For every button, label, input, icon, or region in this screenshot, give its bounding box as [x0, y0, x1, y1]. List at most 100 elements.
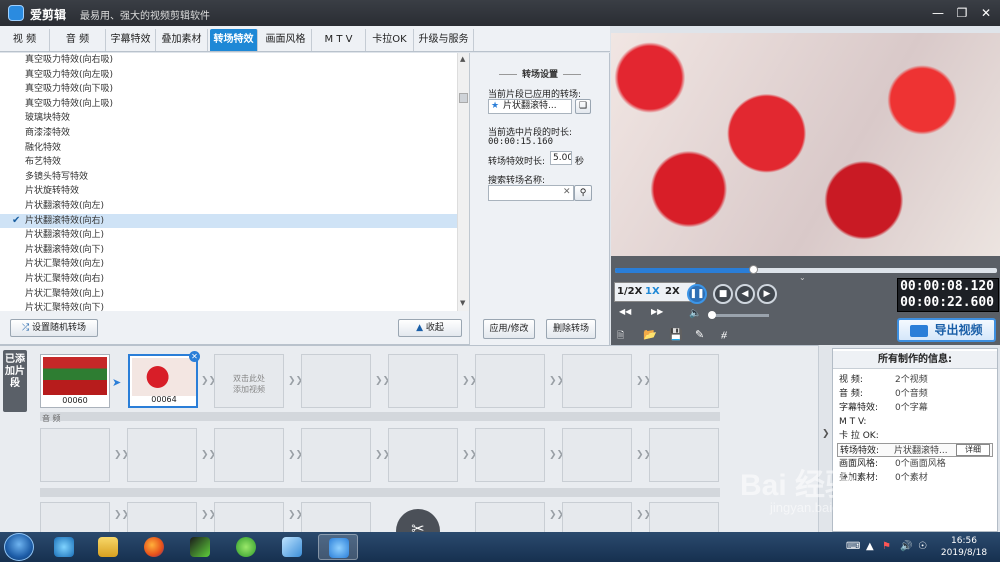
- start-button[interactable]: [4, 533, 34, 561]
- list-item[interactable]: 商漆漆特效: [0, 126, 469, 141]
- speed-half-button[interactable]: 1/2X: [617, 286, 642, 297]
- effect-duration-input[interactable]: 5.00: [550, 151, 572, 165]
- taskbar-app-aijianji[interactable]: [318, 534, 358, 560]
- volume-knob[interactable]: [708, 311, 716, 319]
- apply-button[interactable]: 应用/修改: [483, 319, 535, 339]
- list-item[interactable]: 真空吸力特效(向下吸): [0, 82, 469, 97]
- audio-slot[interactable]: [475, 428, 545, 482]
- maximize-button[interactable]: ❐: [952, 4, 972, 22]
- empty-slot[interactable]: [562, 354, 632, 408]
- add-video-slot[interactable]: 双击此处 添加视频: [214, 354, 284, 408]
- taskbar-app-media[interactable]: [44, 534, 84, 560]
- chevron-down-icon[interactable]: ⌄: [799, 273, 806, 282]
- tab-mtv[interactable]: M T V: [312, 29, 366, 51]
- taskbar-app-video[interactable]: [180, 534, 220, 560]
- export-video-button[interactable]: 导出视频: [897, 318, 996, 342]
- search-button[interactable]: ⚲: [574, 185, 592, 201]
- audio-slot[interactable]: [649, 428, 719, 482]
- keyboard-icon[interactable]: ⌨: [846, 541, 860, 552]
- speed-1x-button[interactable]: 1X: [645, 286, 660, 297]
- clear-icon[interactable]: ✕: [563, 187, 571, 197]
- list-item[interactable]: 布艺特效: [0, 155, 469, 170]
- clip-thumbnail-selected[interactable]: 00064: [128, 354, 198, 408]
- added-clips-tab[interactable]: 已添加片段: [3, 350, 27, 412]
- track-slot[interactable]: [214, 502, 284, 533]
- save-icon[interactable]: 💾: [669, 328, 683, 341]
- scroll-up-icon[interactable]: ▲: [460, 55, 465, 63]
- share-icon[interactable]: ⧣: [721, 328, 727, 342]
- shield-icon[interactable]: ☉: [918, 541, 927, 552]
- tab-upgrade[interactable]: 升级与服务: [414, 29, 474, 51]
- audio-slot[interactable]: [40, 428, 110, 482]
- remove-clip-icon[interactable]: ✕: [189, 351, 200, 362]
- list-scrollbar[interactable]: ▲ ▼: [457, 53, 469, 311]
- audio-slot[interactable]: [127, 428, 197, 482]
- list-item[interactable]: 玻璃块特效: [0, 111, 469, 126]
- tray-arrow-icon[interactable]: ▲: [866, 541, 874, 552]
- clip-thumbnail[interactable]: 00060: [40, 354, 110, 408]
- audio-slot[interactable]: [388, 428, 458, 482]
- track-slot[interactable]: [475, 502, 545, 533]
- empty-slot[interactable]: [301, 354, 371, 408]
- new-project-icon[interactable]: 🗎: [617, 328, 624, 344]
- list-item[interactable]: 真空吸力特效(向右吸): [0, 53, 469, 68]
- track-slot[interactable]: [40, 502, 110, 533]
- info-row-transition[interactable]: 转场特效: 片状翻滚特... 详细: [837, 443, 993, 457]
- list-item[interactable]: 融化特效: [0, 141, 469, 156]
- empty-slot[interactable]: [475, 354, 545, 408]
- close-button[interactable]: ✕: [976, 4, 996, 22]
- scroll-down-icon[interactable]: ▼: [460, 299, 465, 307]
- audio-slot[interactable]: [301, 428, 371, 482]
- volume-icon[interactable]: 🔈: [689, 308, 701, 319]
- track-slot[interactable]: [649, 502, 719, 533]
- list-item[interactable]: 片状旋转特效: [0, 184, 469, 199]
- list-item[interactable]: 真空吸力特效(向左吸): [0, 68, 469, 83]
- save-as-icon[interactable]: ✎: [695, 328, 704, 341]
- tab-audio[interactable]: 音 频: [50, 29, 106, 51]
- taskbar-app-glass[interactable]: [272, 534, 312, 560]
- volume-tray-icon[interactable]: 🔊: [900, 541, 912, 552]
- list-item[interactable]: 片状翻滚特效(向下): [0, 243, 469, 258]
- tab-transition[interactable]: 转场特效: [210, 29, 258, 51]
- search-input[interactable]: [488, 185, 574, 201]
- list-item[interactable]: 片状汇聚特效(向右): [0, 272, 469, 287]
- stop-button[interactable]: ■: [713, 284, 733, 304]
- minimize-button[interactable]: —: [928, 4, 948, 22]
- prev-frame-button[interactable]: ◀: [735, 284, 755, 304]
- pause-button[interactable]: ❚❚: [687, 284, 707, 304]
- random-transition-button[interactable]: ⤮ 设置随机转场: [10, 319, 98, 337]
- progress-knob[interactable]: [748, 265, 758, 274]
- collapse-button[interactable]: ▲ 收起: [398, 319, 462, 337]
- clock[interactable]: 16:56 2019/8/18: [934, 535, 994, 559]
- empty-slot[interactable]: [649, 354, 719, 408]
- list-item[interactable]: 片状汇聚特效(向下): [0, 301, 469, 311]
- volume-slider[interactable]: [709, 314, 769, 317]
- audio-slot[interactable]: [214, 428, 284, 482]
- track-slot[interactable]: [127, 502, 197, 533]
- track-slot[interactable]: [301, 502, 371, 533]
- taskbar-app-firefox[interactable]: [134, 534, 174, 560]
- next-frame-button[interactable]: ▶: [757, 284, 777, 304]
- audio-slot[interactable]: [562, 428, 632, 482]
- fast-forward-icon[interactable]: ▶▶: [651, 307, 663, 316]
- video-preview[interactable]: [611, 33, 1000, 256]
- speed-2x-button[interactable]: 2X: [665, 286, 680, 297]
- taskbar-app-green[interactable]: [226, 534, 266, 560]
- empty-slot[interactable]: [388, 354, 458, 408]
- list-item[interactable]: 片状翻滚特效(向上): [0, 228, 469, 243]
- taskbar-app-explorer[interactable]: [88, 534, 128, 560]
- list-item[interactable]: 多镜头特写特效: [0, 170, 469, 185]
- tab-karaoke[interactable]: 卡拉OK: [366, 29, 414, 51]
- network-alert-icon[interactable]: ⚑: [882, 541, 891, 552]
- track-slot[interactable]: [562, 502, 632, 533]
- list-item[interactable]: 真空吸力特效(向上吸): [0, 97, 469, 112]
- tab-overlay[interactable]: 叠加素材: [156, 29, 208, 51]
- delete-transition-button[interactable]: 删除转场: [546, 319, 596, 339]
- scroll-thumb[interactable]: [459, 93, 468, 103]
- rewind-icon[interactable]: ◀◀: [619, 307, 631, 316]
- preview-transition-button[interactable]: ❑: [575, 99, 591, 114]
- list-item[interactable]: 片状汇聚特效(向左): [0, 257, 469, 272]
- detail-button[interactable]: 详细: [956, 444, 990, 456]
- tab-subtitle[interactable]: 字幕特效: [106, 29, 156, 51]
- open-folder-icon[interactable]: 📂: [643, 328, 657, 341]
